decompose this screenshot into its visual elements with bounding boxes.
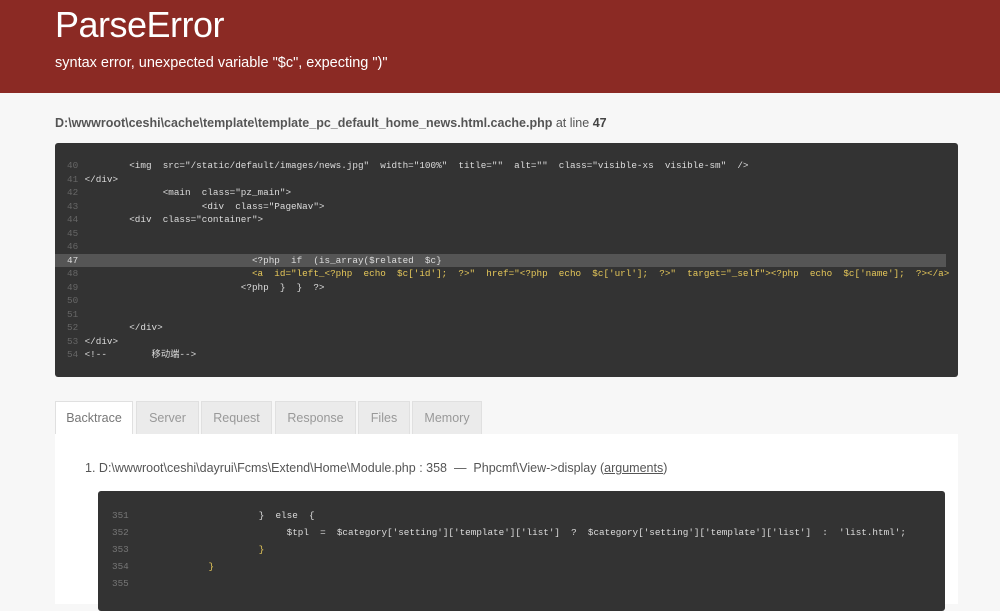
line-number: 42 xyxy=(67,187,79,198)
code-line: 42 <main class="pz_main"> xyxy=(55,186,946,199)
error-line-number: 47 xyxy=(592,116,607,130)
line-number: 45 xyxy=(67,227,79,239)
tab-response[interactable]: Response xyxy=(275,401,356,434)
code-text: </div> xyxy=(84,335,119,347)
code-line: 45 xyxy=(55,227,946,240)
line-number: 352 xyxy=(112,527,129,538)
line-number: 43 xyxy=(67,200,79,212)
at-line-label: at line xyxy=(555,116,590,130)
code-text: } else { xyxy=(136,510,315,521)
error-header: ParseError syntax error, unexpected vari… xyxy=(0,0,1000,93)
backtrace-item: 1. D:\wwwroot\ceshi\dayrui\Fcms\Extend\H… xyxy=(85,461,668,475)
tab-server[interactable]: Server xyxy=(136,401,199,434)
source-code-panel: 40 <img src="/static/default/images/news… xyxy=(55,143,958,377)
code-line: 354 } xyxy=(98,558,214,575)
code-text: </div> xyxy=(84,322,163,333)
line-number: 53 xyxy=(67,335,79,347)
code-text: <div class="PageNav"> xyxy=(84,200,325,212)
tab-backtrace[interactable]: Backtrace xyxy=(55,401,133,434)
trace-index: 1. xyxy=(85,461,96,475)
backtrace-panel: 1. D:\wwwroot\ceshi\dayrui\Fcms\Extend\H… xyxy=(55,434,958,611)
code-text: <?php } } ?> xyxy=(84,281,325,293)
line-number: 52 xyxy=(67,322,79,333)
error-message: syntax error, unexpected variable "$c", … xyxy=(55,55,388,71)
trace-separator: — xyxy=(453,461,467,475)
line-number: 353 xyxy=(112,544,129,555)
code-line: 43 <div class="PageNav"> xyxy=(55,200,946,213)
code-line: 53 </div> xyxy=(55,335,946,348)
error-title: ParseError xyxy=(55,4,225,45)
code-line: 44 <div class="container"> xyxy=(55,213,946,226)
code-line: 50 xyxy=(55,294,946,307)
line-number: 50 xyxy=(67,295,79,306)
line-number: 354 xyxy=(112,561,129,572)
code-line: 48 <a id="left_<?php echo $c['id']; ?>" … xyxy=(55,267,949,280)
code-line: 40 <img src="/static/default/images/news… xyxy=(55,159,946,172)
error-location: D:\wwwroot\ceshi\cache\template\template… xyxy=(55,116,607,130)
code-text: <div class="container"> xyxy=(84,214,264,225)
code-text: <!-- 移动端--> xyxy=(84,349,197,360)
code-line: 351 } else { xyxy=(98,507,315,524)
line-number: 51 xyxy=(67,308,79,320)
tab-memory[interactable]: Memory xyxy=(412,401,482,434)
line-number: 44 xyxy=(67,214,79,225)
code-line: 41 </div> xyxy=(55,173,946,186)
line-number: 49 xyxy=(67,281,79,293)
line-number: 41 xyxy=(67,173,79,185)
code-text: <img src="/static/default/images/news.jp… xyxy=(84,160,749,171)
code-line: 353 } xyxy=(98,541,264,558)
code-line: 52 </div> xyxy=(55,321,946,334)
tab-request[interactable]: Request xyxy=(201,401,272,434)
code-line: 355 xyxy=(98,575,136,592)
code-line: 46 xyxy=(55,240,946,253)
line-number: 47 xyxy=(67,254,79,266)
line-number: 40 xyxy=(67,160,79,171)
trace-call: Phpcmf\View->display xyxy=(473,461,597,475)
tab-files[interactable]: Files xyxy=(358,401,410,434)
code-text: </div> xyxy=(84,173,119,185)
code-text: } xyxy=(136,544,265,555)
code-text: <main class="pz_main"> xyxy=(84,187,292,198)
args-close: ) xyxy=(663,461,668,475)
trace-file: D:\wwwroot\ceshi\dayrui\Fcms\Extend\Home… xyxy=(98,461,416,475)
line-number: 46 xyxy=(67,241,79,252)
line-number: 355 xyxy=(112,578,129,589)
line-number: 351 xyxy=(112,510,129,521)
code-line: 51 xyxy=(55,308,946,321)
code-line-highlighted: 47 <?php if (is_array($related $c} xyxy=(55,253,946,267)
line-number: 48 xyxy=(67,268,79,279)
code-text: } xyxy=(136,561,215,572)
trace-line: 358 xyxy=(426,461,447,475)
code-line: 54 <!-- 移动端--> xyxy=(55,348,946,361)
code-text: <a id="left_<?php echo $c['id']; ?>" hre… xyxy=(84,268,950,279)
error-file-path: D:\wwwroot\ceshi\cache\template\template… xyxy=(55,116,553,130)
arguments-link[interactable]: arguments xyxy=(604,461,663,475)
trace-code-panel: 351 } else { 352 $tpl = $category['setti… xyxy=(98,491,945,611)
code-line: 49 <?php } } ?> xyxy=(55,281,946,294)
code-text: $tpl = $category['setting']['template'][… xyxy=(136,527,906,538)
code-text: <?php if (is_array($related $c} xyxy=(84,254,442,266)
code-line: 352 $tpl = $category['setting']['templat… xyxy=(98,524,906,541)
line-number: 54 xyxy=(67,349,79,360)
